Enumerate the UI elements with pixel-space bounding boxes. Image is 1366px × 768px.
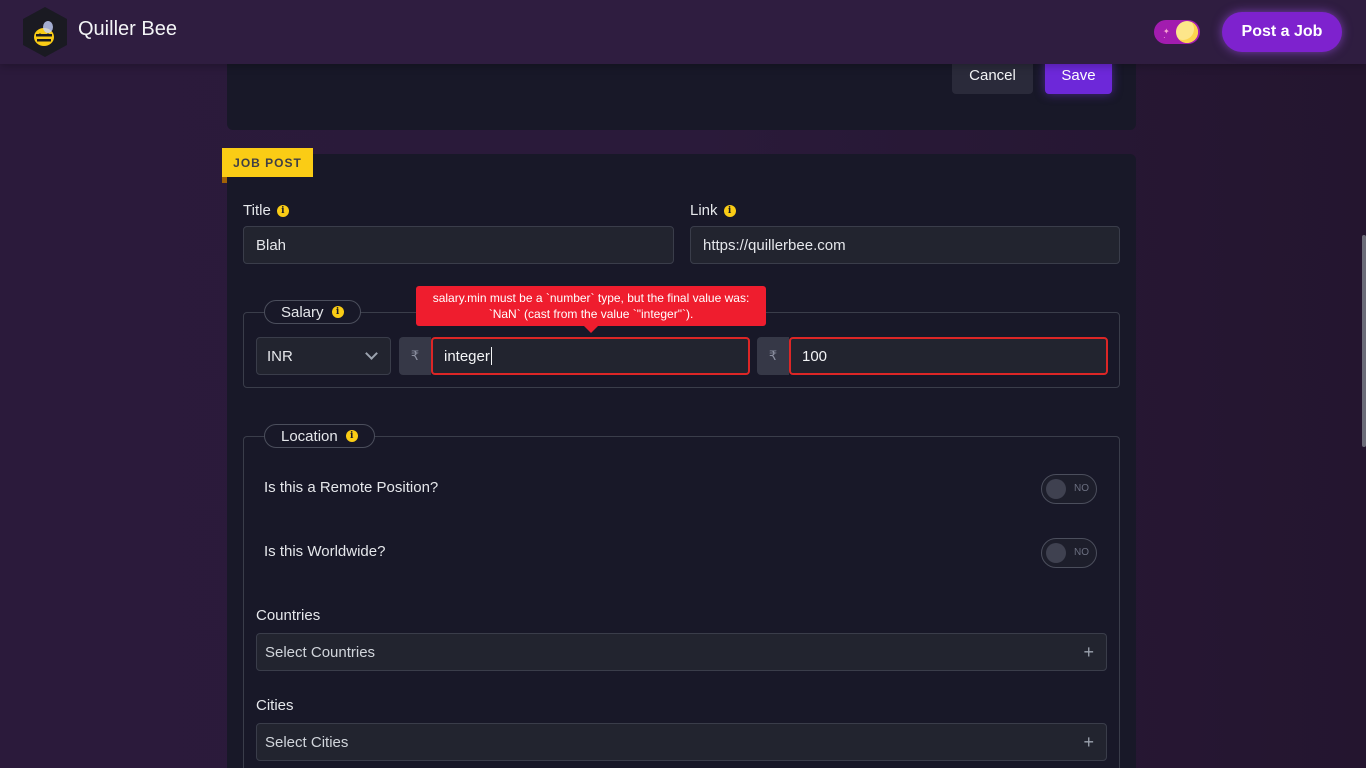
worldwide-question: Is this Worldwide?	[264, 543, 386, 560]
title-label: Title i	[243, 202, 289, 219]
cities-placeholder: Select Cities	[265, 733, 349, 751]
brand-name[interactable]: Quiller Bee	[78, 18, 177, 41]
theme-toggle[interactable]: ✦ ·	[1154, 20, 1200, 44]
badge-fold	[222, 177, 227, 183]
salary-max-value: 100	[802, 347, 828, 365]
link-label: Link i	[690, 202, 736, 219]
location-legend: Location i	[264, 424, 375, 448]
moon-icon	[1176, 21, 1198, 43]
link-label-text: Link	[690, 202, 718, 219]
job-post-badge: JOB POST	[222, 148, 313, 177]
worldwide-toggle[interactable]: NO	[1041, 538, 1097, 568]
plus-icon[interactable]: +	[1083, 732, 1094, 753]
cities-label: Cities	[256, 697, 294, 714]
info-icon[interactable]: i	[345, 430, 358, 442]
remote-toggle-state: NO	[1074, 483, 1089, 494]
location-label: Location	[281, 427, 338, 445]
tooltip-arrow	[584, 326, 598, 333]
countries-label: Countries	[256, 607, 321, 624]
rupee-prefix: ₹	[757, 337, 789, 375]
link-input[interactable]: https://quillerbee.com	[690, 226, 1120, 264]
salary-label: Salary	[281, 303, 324, 321]
countries-select[interactable]: Select Countries +	[256, 633, 1107, 671]
chevron-down-icon	[365, 347, 378, 360]
currency-value: INR	[267, 347, 293, 365]
currency-select[interactable]: INR	[256, 337, 391, 375]
title-input[interactable]: Blah	[243, 226, 674, 264]
info-icon[interactable]: i	[331, 306, 344, 318]
toggle-knob	[1046, 479, 1066, 499]
info-icon[interactable]: i	[276, 204, 289, 217]
title-input-value: Blah	[256, 236, 287, 254]
rupee-prefix: ₹	[399, 337, 431, 375]
salary-max-input[interactable]: 100	[789, 337, 1108, 375]
page-scrollbar[interactable]	[1362, 235, 1366, 447]
salary-legend: Salary i	[264, 300, 361, 324]
salary-error-tooltip: salary.min must be a `number` type, but …	[416, 286, 766, 326]
remote-question: Is this a Remote Position?	[264, 479, 439, 496]
worldwide-toggle-state: NO	[1074, 547, 1089, 558]
salary-min-input[interactable]: integer	[431, 337, 750, 375]
bee-logo-icon[interactable]	[22, 6, 68, 58]
stars-icon: ✦ ·	[1163, 27, 1170, 42]
title-label-text: Title	[243, 202, 271, 219]
toggle-knob	[1046, 543, 1066, 563]
top-navbar: Quiller Bee ✦ · Post a Job	[0, 0, 1366, 64]
cities-select[interactable]: Select Cities +	[256, 723, 1107, 761]
link-input-value: https://quillerbee.com	[703, 236, 846, 254]
countries-placeholder: Select Countries	[265, 643, 376, 661]
post-a-job-button[interactable]: Post a Job	[1222, 12, 1342, 52]
text-cursor	[490, 347, 492, 365]
salary-min-value: integer	[444, 347, 490, 365]
remote-toggle[interactable]: NO	[1041, 474, 1097, 504]
info-icon[interactable]: i	[723, 204, 736, 217]
plus-icon[interactable]: +	[1083, 642, 1094, 663]
